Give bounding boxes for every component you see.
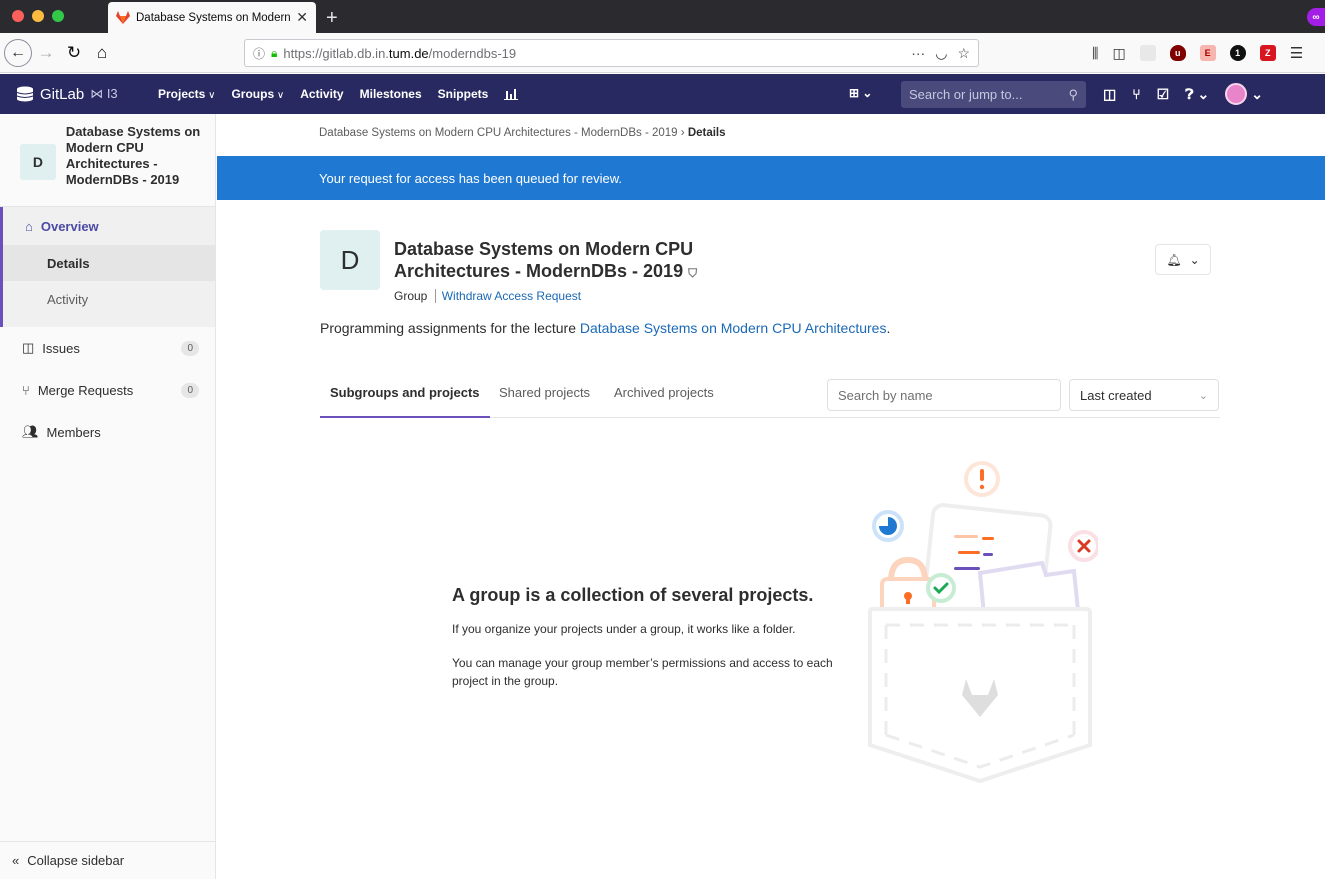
users-icon: 👥︎ xyxy=(22,424,39,439)
empty-state-illustration xyxy=(868,461,1098,784)
top-menu: Projects Groups Activity Milestones Snip… xyxy=(158,87,519,101)
breadcrumb-group-link[interactable]: Database Systems on Modern CPU Architect… xyxy=(319,127,678,139)
chevron-down-icon: ⌄ xyxy=(1189,252,1200,267)
chevron-down-icon: ⌄ xyxy=(1198,389,1208,402)
onepassword-icon[interactable]: 1 xyxy=(1229,45,1246,61)
todos-icon[interactable]: ☑ xyxy=(1157,86,1170,103)
merge-request-icon: ⑂ xyxy=(22,382,30,398)
search-icon: ⚲ xyxy=(1068,86,1078,102)
page-actions-icon[interactable]: ··· xyxy=(911,45,925,62)
issues-count-badge: 0 xyxy=(181,340,199,356)
close-tab-icon[interactable]: ✕ xyxy=(296,9,308,26)
sidebar-group-header[interactable]: D Database Systems on Modern CPU Archite… xyxy=(0,114,215,207)
tab-subgroups-and-projects[interactable]: Subgroups and projects xyxy=(330,385,480,400)
back-button[interactable]: ← xyxy=(4,38,32,67)
sidebar-toggle-icon[interactable]: ◫ xyxy=(1112,45,1125,62)
flash-notice: Your request for access has been queued … xyxy=(217,156,1325,200)
browser-toolbar: ← → ↻ ⌂ ⓘ 🔒︎ https://gitlab.db.in.tum.de… xyxy=(0,33,1325,73)
user-menu[interactable]: ⌄ xyxy=(1225,83,1263,105)
gitlab-header: GitLab ⋈ I3 Projects Groups Activity Mil… xyxy=(0,74,1325,114)
home-button[interactable]: ⌂ xyxy=(88,43,116,63)
empty-state-title: A group is a collection of several proje… xyxy=(452,585,814,605)
home-icon: ⌂ xyxy=(25,218,33,234)
library-icon[interactable]: ⫼ xyxy=(1092,45,1098,62)
sidebar-group-name: Database Systems on Modern CPU Architect… xyxy=(65,124,201,187)
merge-requests-icon[interactable]: ⑂ xyxy=(1132,86,1140,102)
zotero-icon[interactable]: Z xyxy=(1259,45,1276,61)
menu-groups[interactable]: Groups xyxy=(231,87,284,101)
address-bar[interactable]: ⓘ 🔒︎ https://gitlab.db.in.tum.de/modernd… xyxy=(244,39,979,67)
merge-requests-count-badge: 0 xyxy=(181,382,199,398)
forward-button[interactable]: → xyxy=(32,43,60,63)
issues-icon[interactable]: ◫ xyxy=(1103,86,1116,103)
menu-activity[interactable]: Activity xyxy=(300,87,343,101)
logo-suffix: ⋈ I3 xyxy=(90,86,118,101)
new-tab-button[interactable]: + xyxy=(316,8,348,33)
sidebar: D Database Systems on Modern CPU Archite… xyxy=(0,114,216,879)
breadcrumb-separator-icon: › xyxy=(680,127,688,139)
shield-icon: ⛉ xyxy=(688,266,698,280)
close-window-button[interactable] xyxy=(12,10,24,22)
sidebar-item-merge-requests[interactable]: ⑂ Merge Requests 0 xyxy=(0,369,215,411)
double-chevron-left-icon: « xyxy=(12,853,20,868)
search-by-name-input[interactable]: Search by name xyxy=(827,379,1061,411)
browser-extensions: ⫼ ◫ u E 1 Z ☰ xyxy=(1092,33,1303,73)
gitlab-logo[interactable]: GitLab ⋈ I3 xyxy=(0,86,158,103)
sidebar-group-avatar: D xyxy=(20,144,56,180)
bookmark-star-icon[interactable]: ☆ xyxy=(957,45,970,62)
chart-icon[interactable] xyxy=(504,88,519,100)
window-controls xyxy=(0,10,108,33)
private-browsing-icon: ∞ xyxy=(1307,8,1325,26)
ublock-icon[interactable]: u xyxy=(1169,45,1186,61)
logo-text: GitLab xyxy=(40,85,85,103)
notification-dropdown[interactable]: 🔔︎ ⌄ xyxy=(1155,244,1211,275)
database-icon xyxy=(16,86,34,102)
zoom-window-button[interactable] xyxy=(52,10,64,22)
empty-state-text-2: You can manage your group member’s permi… xyxy=(452,656,833,688)
sidebar-item-activity[interactable]: Activity xyxy=(3,281,215,317)
extension-blank-icon[interactable] xyxy=(1139,45,1156,61)
reload-button[interactable]: ↻ xyxy=(60,43,88,63)
menu-snippets[interactable]: Snippets xyxy=(438,87,489,101)
browser-tab-bar: Database Systems on Modern CPU Architect… xyxy=(0,0,1325,33)
group-title: Database Systems on Modern CPU Architect… xyxy=(394,239,698,281)
menu-hamburger-icon[interactable]: ☰ xyxy=(1290,44,1303,62)
sidebar-overview-section: ⌂ Overview Details Activity xyxy=(0,207,215,327)
header-icons: ◫ ⑂ ☑ ❓︎ ⌄ ⌄ xyxy=(1103,74,1263,114)
tab-title: Database Systems on Modern CPU Architect… xyxy=(136,11,291,24)
pocket-icon[interactable]: ◡ xyxy=(935,45,947,62)
bell-icon: 🔔︎ xyxy=(1166,252,1182,267)
url-text: https://gitlab.db.in.tum.de/moderndbs-19 xyxy=(283,45,517,61)
tab-shared-projects[interactable]: Shared projects xyxy=(499,385,590,400)
withdraw-access-link[interactable]: Withdraw Access Request xyxy=(434,289,582,303)
search-input[interactable]: Search or jump to... ⚲ xyxy=(901,81,1086,108)
browser-tab[interactable]: Database Systems on Modern CPU Architect… xyxy=(108,2,316,33)
active-tab-underline xyxy=(320,416,490,418)
lock-icon[interactable]: 🔒︎ xyxy=(271,46,277,61)
menu-projects[interactable]: Projects xyxy=(158,87,215,101)
empty-state-text-1: If you organize your projects under a gr… xyxy=(452,622,796,636)
group-description: Programming assignments for the lecture … xyxy=(320,320,891,336)
new-dropdown-icon[interactable]: ⊞ ⌄ xyxy=(849,86,872,100)
minimize-window-button[interactable] xyxy=(32,10,44,22)
collapse-sidebar-button[interactable]: « Collapse sidebar xyxy=(0,841,216,879)
breadcrumb: Database Systems on Modern CPU Architect… xyxy=(319,127,726,139)
breadcrumb-current: Details xyxy=(687,127,726,139)
tab-archived-projects[interactable]: Archived projects xyxy=(614,385,714,400)
group-avatar: D xyxy=(320,230,380,290)
sidebar-item-details[interactable]: Details xyxy=(3,245,215,281)
group-meta: Group Withdraw Access Request xyxy=(394,289,582,303)
info-icon[interactable]: ⓘ xyxy=(253,45,265,62)
sidebar-item-overview[interactable]: ⌂ Overview xyxy=(3,207,215,245)
gitlab-favicon-icon xyxy=(116,11,130,24)
sidebar-item-members[interactable]: 👥︎ Members xyxy=(0,411,215,453)
cookie-extension-icon[interactable]: E xyxy=(1199,45,1216,61)
issues-icon: ◫ xyxy=(22,340,35,355)
sort-dropdown[interactable]: Last created ⌄ xyxy=(1069,379,1219,411)
lecture-link[interactable]: Database Systems on Modern CPU Architect… xyxy=(580,320,887,336)
help-icon[interactable]: ❓︎ ⌄ xyxy=(1185,86,1209,103)
sidebar-item-issues[interactable]: ◫ Issues 0 xyxy=(0,327,215,369)
avatar xyxy=(1225,83,1248,105)
menu-milestones[interactable]: Milestones xyxy=(360,87,422,101)
